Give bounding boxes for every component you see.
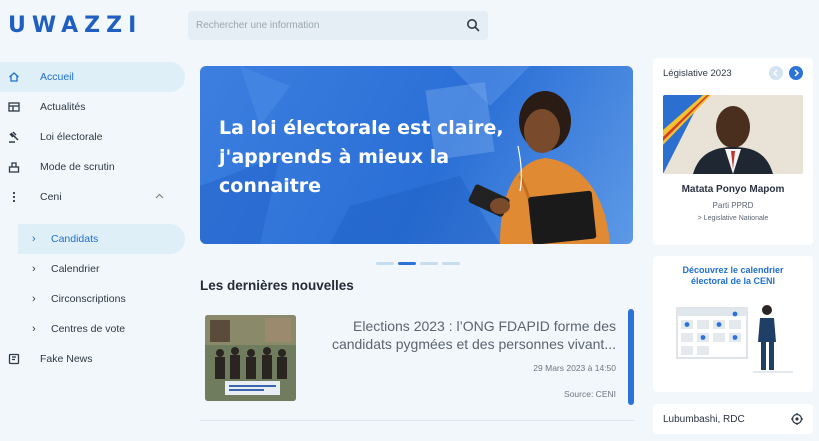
sidebar-item-mode-de-scrutin[interactable]: Mode de scrutin bbox=[0, 152, 185, 182]
sidebar-subitem-calendrier[interactable]: › Calendrier bbox=[0, 254, 185, 284]
sidebar-subitem-candidats[interactable]: › Candidats bbox=[18, 224, 185, 254]
ballot-box-icon bbox=[8, 161, 20, 173]
carousel-prev-button[interactable] bbox=[769, 66, 783, 80]
sidebar-item-label: Ceni bbox=[40, 191, 62, 203]
sidebar-subitem-centres-de-vote[interactable]: › Centres de vote bbox=[0, 314, 185, 344]
location-card[interactable]: Lubumbashi, RDC bbox=[653, 404, 813, 434]
sidebar-subitem-label: Calendrier bbox=[51, 263, 100, 275]
sidebar-subitem-circonscriptions[interactable]: › Circonscriptions bbox=[0, 284, 185, 314]
sidebar-subitem-label: Centres de vote bbox=[51, 323, 126, 335]
chevron-left-icon bbox=[772, 69, 778, 77]
hero-banner[interactable]: La loi électorale est claire, j'apprends… bbox=[200, 66, 633, 244]
news-date: 29 Mars 2023 à 14:50 bbox=[533, 363, 616, 373]
sidebar-item-accueil[interactable]: Accueil bbox=[0, 62, 185, 92]
sidebar-item-label: Actualités bbox=[40, 101, 86, 113]
sidebar-item-loi-electorale[interactable]: Loi électorale bbox=[0, 122, 185, 152]
candidate-card-header: Législative 2023 bbox=[663, 68, 732, 79]
news-source: Source: CENI bbox=[564, 389, 616, 399]
news-accent-bar bbox=[628, 309, 634, 405]
candidate-party: Parti PPRD bbox=[712, 201, 754, 210]
search-icon[interactable] bbox=[466, 18, 480, 32]
newspaper-icon bbox=[8, 101, 20, 113]
fake-news-icon bbox=[8, 353, 20, 365]
candidate-name: Matata Ponyo Mapom bbox=[681, 184, 785, 195]
candidate-election-link[interactable]: > Legislative Nationale bbox=[653, 215, 813, 222]
hero-line: La loi électorale est claire, bbox=[219, 117, 504, 139]
carousel-dot-active[interactable] bbox=[398, 262, 416, 265]
chevron-right-icon: › bbox=[32, 293, 36, 305]
calendar-promo-title[interactable]: Découvrez le calendrier électoral de la … bbox=[663, 265, 803, 287]
sidebar-item-actualites[interactable]: Actualités bbox=[0, 92, 185, 122]
carousel-next-button[interactable] bbox=[789, 66, 803, 80]
sidebar-nav: Accueil Actualités Loi électorale Mode d… bbox=[0, 62, 185, 374]
chevron-right-icon: › bbox=[32, 323, 36, 335]
carousel-indicators bbox=[376, 262, 460, 265]
hero-line: connaitre bbox=[219, 175, 322, 197]
carousel-dot[interactable] bbox=[442, 262, 460, 265]
calendar-promo-card[interactable]: Découvrez le calendrier électoral de la … bbox=[653, 256, 813, 392]
sidebar-item-fake-news[interactable]: Fake News bbox=[0, 344, 185, 374]
sidebar-item-label: Fake News bbox=[40, 353, 93, 365]
carousel-dot[interactable] bbox=[420, 262, 438, 265]
sidebar-item-label: Loi électorale bbox=[40, 131, 103, 143]
location-label: Lubumbashi, RDC bbox=[663, 414, 745, 425]
candidate-card: Législative 2023 Matata Ponyo Mapom Part… bbox=[653, 58, 813, 245]
locate-icon[interactable] bbox=[791, 413, 803, 425]
chevron-right-icon: › bbox=[32, 263, 36, 275]
sidebar-subitem-label: Candidats bbox=[51, 233, 99, 245]
carousel-dot[interactable] bbox=[376, 262, 394, 265]
app-logo[interactable]: UWAZZI bbox=[8, 13, 142, 38]
search-bar bbox=[188, 11, 488, 40]
home-icon bbox=[8, 71, 20, 83]
calendar-illustration bbox=[676, 305, 793, 373]
news-item[interactable]: Elections 2023 : l’ONG FDAPID forme des … bbox=[200, 307, 634, 411]
sidebar-item-label: Accueil bbox=[40, 71, 74, 83]
search-input[interactable] bbox=[188, 11, 448, 40]
sidebar-item-ceni[interactable]: Ceni bbox=[0, 182, 185, 212]
news-thumbnail[interactable] bbox=[205, 315, 296, 401]
chevron-right-icon: › bbox=[32, 233, 36, 245]
more-vertical-icon bbox=[8, 191, 20, 203]
news-headline[interactable]: Elections 2023 : l’ONG FDAPID forme des … bbox=[306, 317, 616, 353]
hero-line: j'apprends à mieux la bbox=[219, 146, 450, 168]
sidebar-subitem-label: Circonscriptions bbox=[51, 293, 126, 305]
chevron-right-icon bbox=[794, 69, 800, 77]
candidate-photo[interactable] bbox=[663, 95, 803, 174]
chevron-up-icon[interactable] bbox=[155, 192, 164, 201]
sidebar-item-label: Mode de scrutin bbox=[40, 161, 115, 173]
hero-text: La loi électorale est claire, j'apprends… bbox=[219, 114, 504, 201]
gavel-icon bbox=[8, 131, 20, 143]
divider bbox=[200, 420, 634, 421]
news-section-title: Les dernières nouvelles bbox=[200, 278, 354, 293]
